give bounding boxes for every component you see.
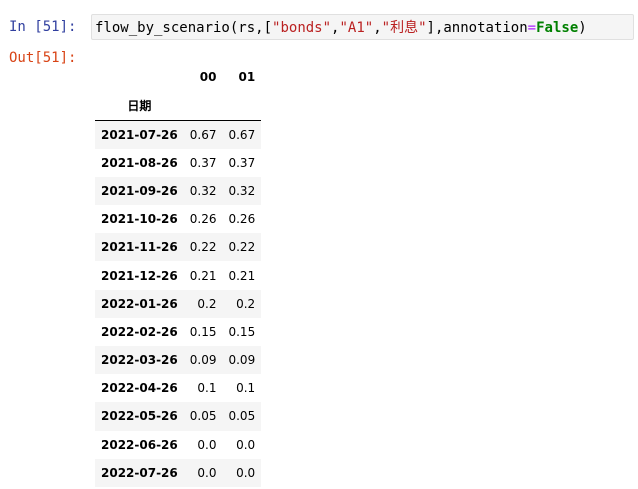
cell-00: 0.37 [189, 155, 217, 170]
table-row: 2022-02-26 0.15 0.15 [95, 318, 261, 346]
cell-01: 0.2 [236, 296, 256, 311]
row-date: 2021-09-26 [101, 183, 178, 198]
table-row: 2021-10-26 0.26 0.26 [95, 205, 261, 233]
cell-01: 0.22 [228, 240, 256, 255]
index-name-header: 日期 [95, 90, 184, 121]
code-str-a1: "A1" [339, 20, 374, 36]
row-date: 2021-10-26 [101, 212, 178, 227]
cell-01: 0.26 [228, 212, 256, 227]
table-row: 2021-07-26 0.67 0.67 [95, 120, 262, 149]
column-header-row: 00 01 [95, 64, 261, 90]
output-prompt: Out[51]: [9, 50, 77, 66]
row-date: 2022-05-26 [101, 409, 178, 424]
cell-01: 0.67 [228, 127, 256, 142]
cell-01: 0.0 [236, 437, 256, 452]
cell-00: 0.0 [197, 465, 217, 480]
table-row: 2021-12-26 0.21 0.21 [95, 261, 261, 289]
cell-00: 0.2 [197, 296, 217, 311]
row-date: 2022-06-26 [101, 437, 178, 452]
cell-00: 0.22 [189, 240, 217, 255]
row-date: 2021-08-26 [101, 155, 178, 170]
cell-01: 0.1 [236, 381, 256, 396]
cell-01: 0.15 [228, 324, 256, 339]
cell-00: 0.26 [189, 212, 217, 227]
code-arg-rs: rs, [238, 20, 264, 36]
code-str-bonds: "bonds" [272, 20, 332, 36]
code-open-list: [ [263, 20, 273, 36]
code-equals: = [527, 20, 537, 36]
cell-00: 0.21 [189, 268, 217, 283]
table-row: 2022-07-26 0.0 0.0 [95, 458, 262, 487]
dataframe-output: 00 01 日期 2021-07-26 0.67 0.67 2021-08-26… [95, 64, 262, 487]
cell-01: 0.37 [228, 155, 256, 170]
table-row: 2022-05-26 0.05 0.05 [95, 402, 262, 431]
table-row: 2022-06-26 0.0 0.0 [95, 431, 261, 459]
index-row-blank-cell [222, 90, 262, 121]
cell-01: 0.21 [228, 268, 256, 283]
header-blank-cell [95, 64, 184, 90]
index-row-blank-cell [183, 90, 223, 121]
cell-00: 0.0 [197, 437, 217, 452]
table-row: 2021-11-26 0.22 0.22 [95, 233, 262, 262]
index-name-row: 日期 [95, 90, 262, 121]
table-row: 2022-03-26 0.09 0.09 [95, 346, 262, 375]
cell-00: 0.67 [189, 127, 217, 142]
dataframe-table: 00 01 日期 2021-07-26 0.67 0.67 2021-08-26… [95, 64, 262, 487]
cell-01: 0.0 [236, 465, 256, 480]
row-date: 2022-03-26 [101, 353, 178, 368]
row-date: 2021-11-26 [101, 240, 178, 255]
code-line[interactable]: flow_by_scenario(rs,["bonds","A1","利息"],… [95, 18, 587, 38]
cell-01: 0.09 [228, 353, 256, 368]
row-date: 2021-07-26 [101, 127, 178, 142]
code-input-cell[interactable]: flow_by_scenario(rs,["bonds","A1","利息"],… [91, 14, 634, 40]
row-date: 2022-04-26 [101, 381, 178, 396]
code-close-paren: ) [578, 20, 587, 36]
row-date: 2022-01-26 [101, 296, 178, 311]
code-kwarg: annotation [443, 20, 528, 36]
table-row: 2022-04-26 0.1 0.1 [95, 374, 261, 402]
cell-00: 0.05 [189, 409, 217, 424]
cell-00: 0.32 [189, 183, 217, 198]
code-func: flow_by_scenario [95, 20, 230, 36]
cell-01: 0.32 [228, 183, 256, 198]
code-comma-2: , [373, 20, 382, 36]
input-prompt: In [51]: [9, 19, 77, 35]
row-date: 2021-12-26 [101, 268, 178, 283]
table-row: 2022-01-26 0.2 0.2 [95, 289, 262, 318]
cell-00: 0.1 [197, 381, 217, 396]
cell-00: 0.09 [189, 353, 217, 368]
table-row: 2021-09-26 0.32 0.32 [95, 176, 262, 206]
cell-00: 0.15 [189, 324, 217, 339]
code-close-list: ] [426, 20, 435, 36]
code-str-interest: "利息" [381, 20, 427, 36]
code-false-keyword: False [536, 20, 579, 36]
column-header-01: 01 [238, 70, 256, 84]
column-header-00: 00 [199, 70, 217, 84]
table-row: 2021-08-26 0.37 0.37 [95, 149, 261, 177]
row-date: 2022-07-26 [101, 465, 178, 480]
row-date: 2022-02-26 [101, 324, 178, 339]
cell-01: 0.05 [228, 409, 256, 424]
